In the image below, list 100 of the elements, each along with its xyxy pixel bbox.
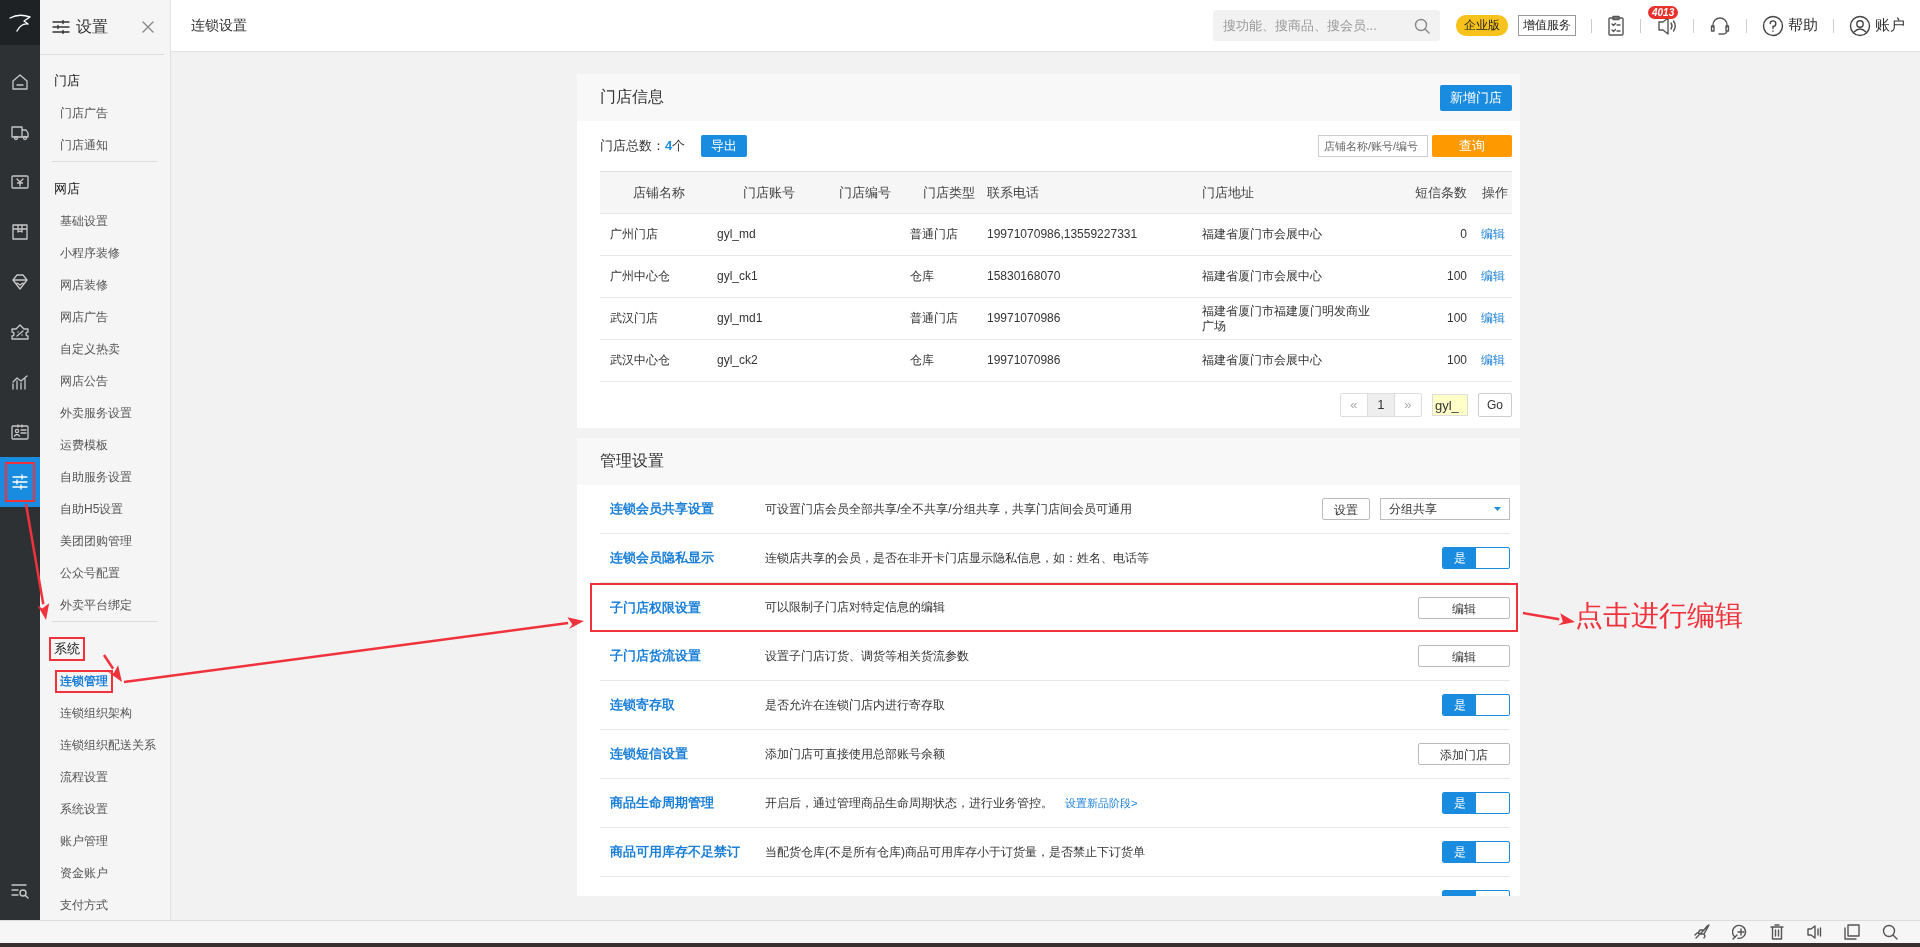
search-icon[interactable] [1882,924,1898,940]
help-link[interactable]: 帮助 [1762,14,1818,37]
sidebar-item[interactable]: 账户管理 [57,831,111,851]
settings-button[interactable]: 设置 [1322,498,1370,520]
table-cell-text: 19971070986,13559227331 [987,227,1139,242]
sidebar-item[interactable]: 连锁管理 [57,671,111,691]
store-search-field[interactable]: 店铺名称/账号/编号 [1318,135,1428,157]
toggle-switch[interactable]: 是 [1442,547,1510,569]
table-cell-text: 100 [1445,269,1467,284]
settings-icon[interactable] [0,457,40,507]
setting-name[interactable]: 子门店权限设置 [610,598,765,617]
page-title: 连锁设置 [191,16,247,33]
sidebar-item[interactable]: 网店公告 [57,371,111,391]
setting-name[interactable]: 商品可用库存不足禁订 [610,843,765,861]
toggle-switch[interactable]: 是 [1442,841,1510,863]
table-cell-text: gyl_md [716,227,757,242]
window-icon[interactable] [1844,924,1860,940]
account-link[interactable]: 账户 [1849,14,1905,37]
table-cell-text: 福建省厦门市会展中心 [1202,269,1323,284]
table-cell-text: 19971070986 [987,311,1062,326]
sidebar-item[interactable]: 运费模板 [57,435,111,455]
sidebar-item[interactable]: 连锁组织架构 [57,703,135,723]
sidebar-item[interactable]: 连锁组织配送关系 [57,735,159,755]
dropdown[interactable]: 分组共享 [1380,498,1510,520]
edit-link[interactable]: 编辑 [1467,227,1512,242]
sidebar-item[interactable]: 自助服务设置 [57,467,135,487]
headset-icon[interactable] [1709,14,1731,37]
table-cell-text: 普通门店 [909,311,959,326]
table-cell-text: 15830168070 [987,269,1062,284]
table-cell-text: 广州门店 [609,227,659,242]
sidebar-item[interactable]: 自助H5设置 [57,499,127,519]
volume-icon[interactable] [1806,924,1822,940]
settings-link[interactable]: 设置新品阶段> [1065,795,1138,811]
setting-description: 设置子门店订货、调货等相关货流参数 [765,647,969,665]
go-button[interactable]: Go [1478,393,1512,417]
setting-name[interactable]: 连锁会员共享设置 [610,500,765,518]
card-title: 门店信息 [600,87,664,107]
add-store-button[interactable]: 新增门店 [1440,84,1512,111]
export-button[interactable]: 导出 [701,135,748,157]
search-icon[interactable] [1414,18,1430,34]
edit-link[interactable]: 编辑 [1467,311,1512,326]
sidebar-item[interactable]: 网店广告 [57,307,111,327]
sidebar-item[interactable]: 流程设置 [57,767,111,787]
list-search-icon[interactable] [10,881,30,899]
store-count: 门店总数：4个 [600,137,686,155]
setting-name[interactable]: 连锁短信设置 [610,745,765,763]
table-cell-text: gyl_ck2 [716,353,759,368]
page-button[interactable]: 1 [1367,394,1394,416]
search-field[interactable]: 搜功能、搜商品、搜会员... [1213,10,1440,41]
trash-icon[interactable] [1770,924,1784,940]
edit-link[interactable]: 编辑 [1467,353,1512,368]
toggle-switch[interactable]: 是 [1442,694,1510,716]
sidebar-item[interactable]: 支付方式 [57,895,111,915]
sidebar-item[interactable]: 公众号配置 [57,563,123,583]
sidebar-item[interactable]: 小程序装修 [57,243,123,263]
sidebar-item[interactable]: 外卖平台绑定 [57,595,135,615]
column-header: 操作 [1480,185,1509,200]
table-cell-text: gyl_ck1 [716,269,759,284]
setting-name[interactable]: 连锁会员隐私显示 [610,549,765,567]
table-cell-text: 100 [1445,311,1467,326]
table-cell-text: 0 [1459,227,1467,242]
clipboard-icon[interactable] [1607,14,1625,37]
column-header: 短信条数 [1414,185,1467,200]
sidebar-item[interactable]: 自定义热卖 [57,339,123,359]
setting-name[interactable]: 连锁寄存取 [610,696,765,714]
sidebar-item[interactable]: 基础设置 [57,211,111,231]
annotation-arrow [1522,611,1575,626]
sidebar-item[interactable]: 网店装修 [57,275,111,295]
sidebar-item[interactable]: 外卖服务设置 [57,403,135,423]
setting-name[interactable]: 子门店货流设置 [610,647,765,665]
table-cell-text: 普通门店 [909,227,959,242]
sidebar-item[interactable]: 门店广告 [57,103,111,123]
setting-name[interactable]: 商品生命周期管理 [610,794,765,812]
table-cell-text: 广州中心仓 [609,269,671,284]
column-header: 门店地址 [1202,185,1255,200]
setting-description: 可以限制子门店对特定信息的编辑 [765,599,945,616]
setting-description: 添加门店可直接使用总部账号余额 [765,745,945,763]
sidebar-item[interactable]: 门店通知 [57,135,111,155]
caret-icon[interactable] [1494,507,1501,511]
sidebar-item[interactable]: 资金账户 [57,863,111,883]
rocket-icon[interactable] [1694,924,1710,940]
setting-description: 可设置门店会员全部共享/全不共享/分组共享，共享门店间会员可通用 [765,500,1132,518]
sidebar-item[interactable]: 美团团购管理 [57,531,135,551]
toggle-switch[interactable]: 是 [1442,792,1510,814]
table-cell-text: 武汉门店 [609,311,659,326]
table-cell-text: 仓库 [909,269,935,284]
edit-button[interactable]: 编辑 [1418,645,1510,667]
setting-description: 连锁店共享的会员，是否在非开卡门店显示隐私信息，如：姓名、电话等 [765,549,1149,567]
page-jump-field[interactable]: gyl_ [1432,394,1468,416]
close-icon[interactable] [142,21,154,33]
add-circle-icon[interactable] [1732,924,1748,940]
sidebar-item[interactable]: 系统设置 [57,799,111,819]
notification-badge: 4013 [1648,5,1679,19]
edit-link[interactable]: 编辑 [1467,269,1512,284]
group-heading: 网店 [53,180,81,198]
column-header: 门店编号 [838,185,892,200]
help-icon [1762,14,1784,37]
edit-button[interactable]: 编辑 [1418,596,1510,619]
value-service-button[interactable]: 增值服务 [1518,15,1576,36]
edit-button[interactable]: 添加门店 [1418,743,1510,765]
